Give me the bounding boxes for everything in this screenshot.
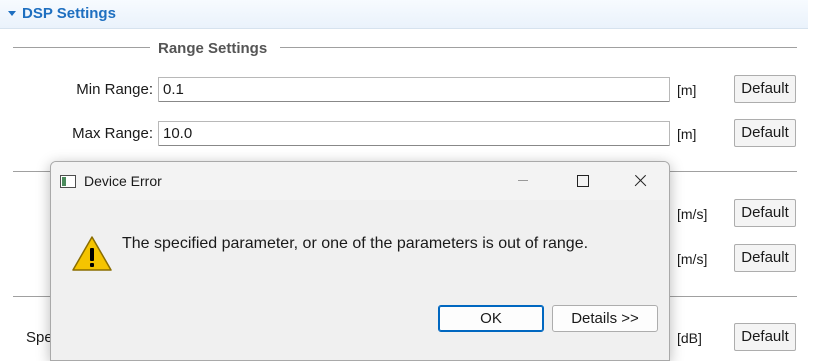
max-range-input[interactable]: 10.0 (158, 121, 670, 146)
velocity-default-button-1[interactable]: Default (734, 199, 796, 227)
bottom-row-label: Spe (26, 329, 53, 346)
min-range-default-button[interactable]: Default (734, 75, 796, 103)
dsp-settings-header[interactable]: DSP Settings (0, 0, 808, 29)
velocity-default-button-2[interactable]: Default (734, 244, 796, 272)
velocity-unit-1: [m/s] (677, 206, 708, 222)
velocity-unit-2: [m/s] (677, 251, 708, 267)
min-range-input[interactable]: 0.1 (158, 77, 670, 102)
ok-button[interactable]: OK (438, 305, 544, 332)
max-range-default-button[interactable]: Default (734, 119, 796, 147)
chevron-down-icon[interactable] (8, 11, 16, 16)
max-range-unit: [m] (677, 126, 697, 142)
close-icon[interactable] (611, 162, 669, 200)
min-range-label: Min Range: (76, 81, 153, 98)
details-button[interactable]: Details >> (552, 305, 658, 332)
maximize-icon[interactable] (552, 162, 610, 200)
min-range-unit: [m] (677, 82, 697, 98)
section-title: DSP Settings (22, 5, 116, 22)
warning-icon (72, 236, 112, 271)
group-divider-right (280, 47, 797, 48)
db-unit: [dB] (677, 330, 702, 346)
range-settings-title: Range Settings (158, 40, 268, 57)
error-message: The specified parameter, or one of the p… (122, 235, 589, 252)
max-range-label: Max Range: (72, 125, 153, 142)
dialog-titlebar[interactable]: Device Error (51, 162, 669, 200)
app-icon (60, 175, 76, 188)
minimize-icon[interactable] (494, 162, 552, 200)
device-error-dialog: Device Error The specified parameter, or… (50, 161, 670, 361)
dialog-title: Device Error (84, 173, 162, 189)
group-divider-left (13, 47, 150, 48)
